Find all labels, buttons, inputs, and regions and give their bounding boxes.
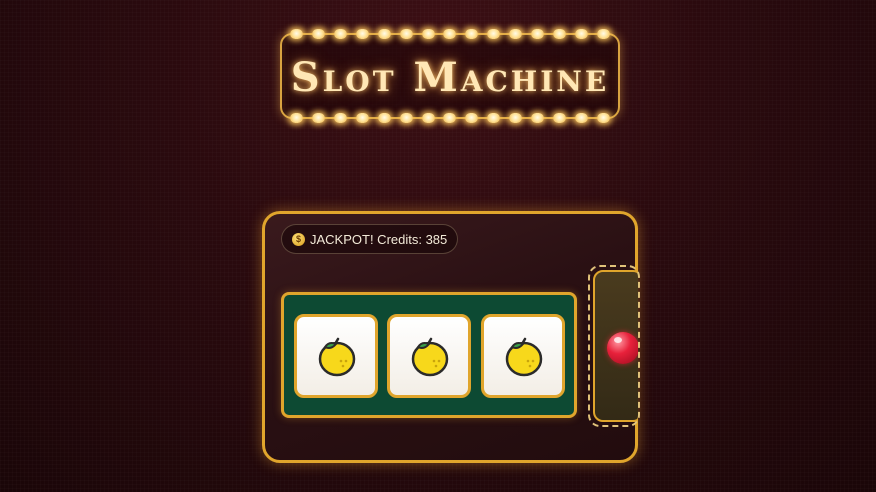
light-bulb bbox=[443, 113, 457, 123]
light-bulb bbox=[333, 113, 347, 123]
reel-window bbox=[281, 292, 577, 418]
light-bulb bbox=[290, 29, 303, 39]
lever-track[interactable] bbox=[588, 265, 640, 427]
light-bulb bbox=[596, 113, 610, 123]
light-bulb bbox=[509, 29, 523, 39]
light-bulb bbox=[487, 113, 501, 123]
lever-housing bbox=[593, 270, 638, 422]
lever-knob[interactable] bbox=[607, 332, 638, 364]
light-bulb bbox=[531, 29, 545, 39]
light-bulb bbox=[311, 29, 325, 39]
lemon-icon bbox=[318, 337, 356, 377]
money-bag-icon: $ bbox=[292, 232, 305, 246]
light-bulb bbox=[509, 113, 523, 123]
light-bulb bbox=[443, 29, 457, 39]
slot-machine: $ JACKPOT! Credits: 385 bbox=[262, 211, 638, 463]
status-text: JACKPOT! Credits: 385 bbox=[310, 231, 448, 247]
page-title: Slot Machine bbox=[290, 54, 610, 101]
light-bulb bbox=[596, 29, 610, 39]
light-bulb bbox=[399, 113, 413, 123]
light-bulb bbox=[399, 29, 413, 39]
light-bulb bbox=[553, 113, 567, 123]
light-bulb bbox=[290, 113, 303, 123]
light-bulb bbox=[553, 29, 567, 39]
reel-3 bbox=[481, 314, 565, 398]
light-bulb bbox=[574, 29, 588, 39]
lemon-icon bbox=[505, 337, 543, 377]
light-bulb bbox=[377, 29, 391, 39]
light-bulb bbox=[465, 29, 479, 39]
light-bulb bbox=[377, 113, 391, 123]
title-marquee: Slot Machine bbox=[280, 29, 620, 123]
marquee-lights-bottom bbox=[290, 112, 610, 124]
light-bulb bbox=[355, 113, 369, 123]
light-bulb bbox=[574, 113, 588, 123]
light-bulb bbox=[465, 113, 479, 123]
light-bulb bbox=[421, 29, 435, 39]
reel-2 bbox=[387, 314, 471, 398]
light-bulb bbox=[421, 113, 435, 123]
reel-1 bbox=[294, 314, 378, 398]
lemon-icon bbox=[411, 337, 449, 377]
light-bulb bbox=[487, 29, 501, 39]
status-badge: $ JACKPOT! Credits: 385 bbox=[281, 224, 459, 254]
light-bulb bbox=[355, 29, 369, 39]
marquee-lights-top bbox=[290, 28, 610, 40]
light-bulb bbox=[311, 113, 325, 123]
light-bulb bbox=[333, 29, 347, 39]
light-bulb bbox=[531, 113, 545, 123]
